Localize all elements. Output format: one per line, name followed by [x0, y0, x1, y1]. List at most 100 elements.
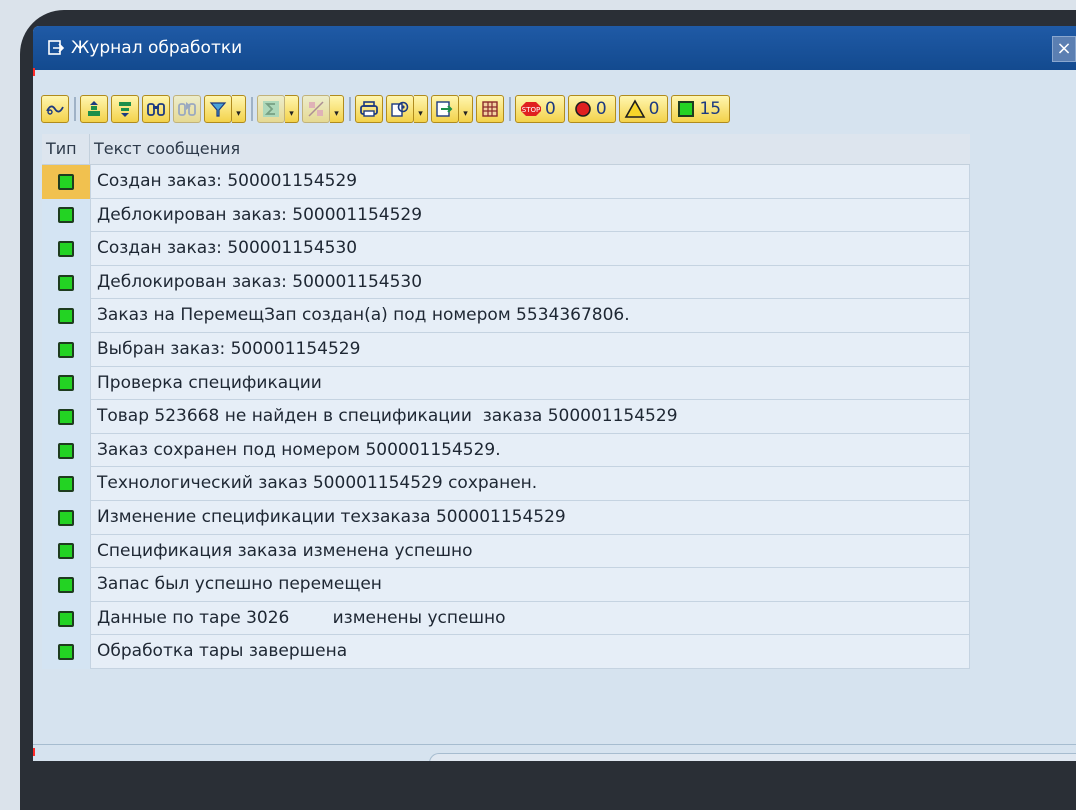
success-status-icon [58, 341, 74, 358]
type-cell[interactable] [42, 232, 90, 266]
table-row[interactable]: Заказ сохранен под номером 500001154529. [42, 433, 970, 468]
subtotal-button[interactable] [302, 95, 330, 123]
warnings-count: 0 [648, 99, 660, 119]
message-text-cell[interactable]: Заказ на ПеремещЗап создан(а) под номеро… [90, 299, 970, 333]
window-corner-marker [33, 748, 35, 756]
table-row[interactable]: Запас был успешно перемещен [42, 568, 970, 602]
type-cell[interactable] [42, 433, 90, 468]
print-button[interactable] [355, 95, 383, 123]
select-layout-icon [482, 101, 498, 117]
type-cell[interactable] [42, 165, 90, 199]
filter-dropdown[interactable]: ▾ [232, 95, 246, 123]
message-text-cell[interactable]: Изменение спецификации техзаказа 5000011… [90, 500, 970, 535]
success-status-icon [58, 476, 74, 493]
table-row[interactable]: Товар 523668 не найден в спецификации за… [42, 400, 970, 434]
table-row[interactable]: Технологический заказ 500001154529 сохра… [42, 467, 970, 501]
message-text-cell[interactable]: Технологический заказ 500001154529 сохра… [90, 467, 970, 501]
sort-ascending-icon [88, 101, 100, 116]
filter-button[interactable] [204, 95, 232, 123]
stop-icon: STOP [521, 102, 541, 116]
type-cell[interactable] [42, 265, 90, 300]
message-text-cell[interactable]: Создан заказ: 500001154529 [90, 165, 970, 199]
success-filter-button[interactable]: 15 [671, 95, 731, 123]
type-cell[interactable] [42, 198, 90, 233]
sort-descending-icon [119, 102, 131, 117]
table-row[interactable]: Создан заказ: 500001154530 [42, 232, 970, 266]
table-row[interactable]: Данные по таре 3026 изменены успешно [42, 601, 970, 636]
change-layout-icon [391, 101, 409, 117]
toolbar-separator [74, 97, 76, 121]
type-cell[interactable] [42, 400, 90, 434]
success-status-icon [58, 576, 74, 593]
success-status-icon [58, 240, 74, 257]
table-row[interactable]: Обработка тары завершена [42, 635, 970, 669]
message-text-cell[interactable]: Спецификация заказа изменена успешно [90, 534, 970, 569]
table-header: Тип Текст сообщения [42, 134, 970, 165]
success-status-icon [58, 442, 74, 459]
table-row[interactable]: Заказ на ПеремещЗап создан(а) под номеро… [42, 299, 970, 333]
success-status-icon [58, 610, 74, 627]
success-status-icon [58, 543, 74, 560]
type-cell[interactable] [42, 332, 90, 367]
table-row[interactable]: Деблокирован заказ: 500001154529 [42, 198, 970, 233]
success-status-icon [58, 509, 74, 526]
type-cell[interactable] [42, 568, 90, 602]
message-text-cell[interactable]: Выбран заказ: 500001154529 [90, 332, 970, 367]
error-icon [575, 101, 591, 117]
success-status-icon [58, 274, 74, 291]
close-button[interactable]: × [1052, 36, 1076, 62]
type-cell[interactable] [42, 601, 90, 636]
type-cell[interactable] [42, 467, 90, 501]
table-row[interactable]: Выбран заказ: 500001154529 [42, 332, 970, 367]
stop-errors-filter-button[interactable]: STOP 0 [515, 95, 565, 123]
warning-icon [624, 99, 646, 118]
message-text-cell[interactable]: Обработка тары завершена [90, 635, 970, 669]
sum-dropdown[interactable]: ▾ [285, 95, 299, 123]
message-text-cell[interactable]: Создан заказ: 500001154530 [90, 232, 970, 266]
subtotal-dropdown[interactable]: ▾ [330, 95, 344, 123]
message-text-cell[interactable]: Товар 523668 не найден в спецификации за… [90, 400, 970, 434]
export-icon [436, 101, 453, 117]
column-header-message-text[interactable]: Текст сообщения [90, 134, 970, 164]
warnings-filter-button[interactable]: 0 [618, 95, 669, 123]
export-button[interactable] [431, 95, 459, 123]
details-icon [46, 105, 64, 115]
export-dropdown[interactable]: ▾ [459, 95, 473, 123]
success-status-icon [58, 308, 74, 325]
column-header-type[interactable]: Тип [42, 134, 90, 164]
sort-ascending-button[interactable] [80, 95, 108, 123]
success-status-icon [58, 375, 74, 392]
type-cell[interactable] [42, 366, 90, 401]
sum-button[interactable] [257, 95, 285, 123]
find-button[interactable] [142, 95, 170, 123]
message-text-cell[interactable]: Запас был успешно перемещен [90, 568, 970, 602]
message-text-cell[interactable]: Данные по таре 3026 изменены успешно [90, 601, 970, 636]
print-icon [360, 101, 378, 117]
success-status-icon [58, 173, 74, 190]
type-cell[interactable] [42, 534, 90, 569]
type-cell[interactable] [42, 500, 90, 535]
message-table: Тип Текст сообщения Создан заказ: 500001… [42, 134, 970, 669]
sort-descending-button[interactable] [111, 95, 139, 123]
type-cell[interactable] [42, 299, 90, 333]
message-text-cell[interactable]: Проверка спецификации [90, 366, 970, 401]
subtotal-icon [308, 101, 324, 117]
details-button[interactable] [41, 95, 69, 123]
success-icon [678, 101, 695, 117]
success-status-icon [58, 207, 74, 224]
message-text-cell[interactable]: Заказ сохранен под номером 500001154529. [90, 433, 970, 468]
stop-errors-count: 0 [545, 99, 556, 119]
select-layout-button[interactable] [476, 95, 504, 123]
table-row[interactable]: Изменение спецификации техзаказа 5000011… [42, 500, 970, 535]
message-text-cell[interactable]: Деблокирован заказ: 500001154529 [90, 198, 970, 233]
table-row[interactable]: Спецификация заказа изменена успешно [42, 534, 970, 569]
type-cell[interactable] [42, 635, 90, 669]
message-text-cell[interactable]: Деблокирован заказ: 500001154530 [90, 265, 970, 300]
change-layout-button[interactable] [386, 95, 414, 123]
change-layout-dropdown[interactable]: ▾ [414, 95, 428, 123]
table-row[interactable]: Деблокирован заказ: 500001154530 [42, 265, 970, 300]
table-row[interactable]: Проверка спецификации [42, 366, 970, 401]
errors-filter-button[interactable]: 0 [567, 95, 616, 123]
find-next-button[interactable] [173, 95, 201, 123]
table-row[interactable]: Создан заказ: 500001154529 [42, 165, 970, 199]
